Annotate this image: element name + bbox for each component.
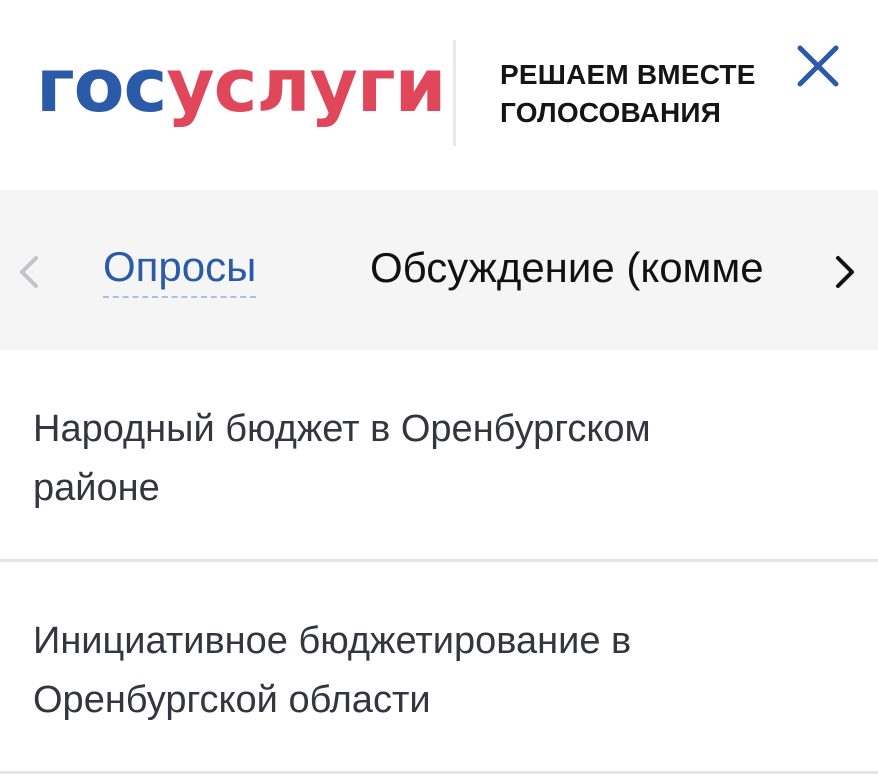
tabs-bar: Опросы Обсуждение (комме — [0, 190, 878, 350]
gosuslugi-logo[interactable]: госуслуги — [36, 36, 446, 136]
tab-surveys[interactable]: Опросы — [103, 238, 257, 298]
section-tagline: РЕШАЕМ ВМЕСТЕ ГОЛОСОВАНИЯ — [500, 56, 756, 132]
list-item-title: Инициативное бюджетирование в Оренбургск… — [33, 620, 632, 721]
tabs-prev-button[interactable] — [8, 242, 48, 302]
tagline-line-1: РЕШАЕМ ВМЕСТЕ — [500, 59, 756, 90]
tabs-next-button[interactable] — [826, 242, 866, 302]
close-icon — [797, 45, 839, 87]
logo-part-gos: гос — [36, 43, 167, 129]
page: госуслуги РЕШАЕМ ВМЕСТЕ ГОЛОСОВАНИЯ Опро… — [0, 0, 878, 782]
tab-discussion[interactable]: Обсуждение (комме — [370, 238, 764, 298]
tagline-line-2: ГОЛОСОВАНИЯ — [500, 97, 722, 128]
logo-part-uslugi: услуги — [166, 43, 446, 129]
voting-list: Народный бюджет в Оренбургском районе Ин… — [0, 350, 878, 774]
chevron-right-icon — [836, 256, 854, 288]
header: госуслуги РЕШАЕМ ВМЕСТЕ ГОЛОСОВАНИЯ — [0, 0, 878, 190]
header-divider — [453, 40, 456, 146]
list-item[interactable]: Народный бюджет в Оренбургском районе — [0, 350, 878, 562]
chevron-left-icon — [20, 256, 38, 288]
close-button[interactable] — [794, 42, 842, 90]
tabs-fade — [780, 230, 826, 310]
list-item-title: Народный бюджет в Оренбургском районе — [33, 408, 651, 509]
list-item[interactable]: Инициативное бюджетирование в Оренбургск… — [0, 562, 878, 774]
